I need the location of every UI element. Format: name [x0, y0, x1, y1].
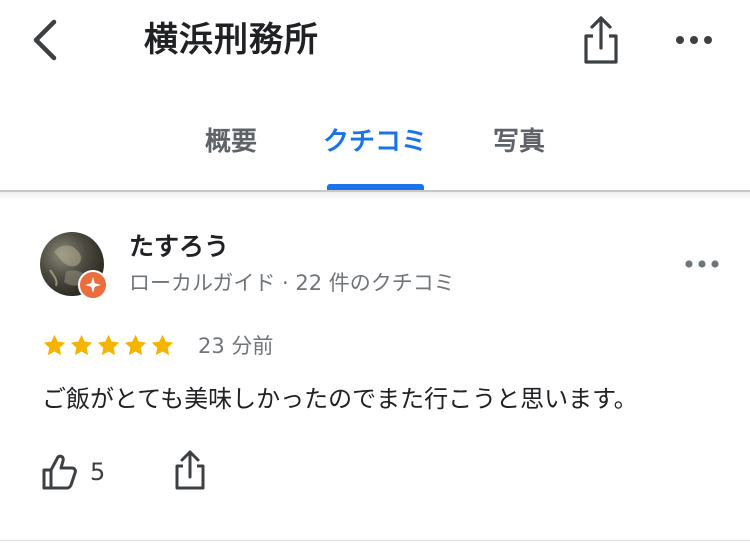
star-rating — [41, 332, 176, 362]
more-options-button[interactable] — [672, 22, 716, 58]
tab-bar: 概要 クチコミ 写真 — [0, 112, 750, 192]
review-share-button[interactable] — [170, 448, 210, 492]
tab-overview[interactable]: 概要 — [205, 124, 257, 160]
star-icon — [43, 334, 66, 356]
page-title: 横浜刑務所 — [144, 20, 319, 60]
top-app-bar: 横浜刑務所 — [0, 0, 750, 90]
more-horizontal-icon — [685, 260, 719, 268]
back-button[interactable] — [24, 14, 68, 66]
more-horizontal-icon — [676, 36, 712, 44]
like-button[interactable]: 5 — [40, 450, 124, 494]
tab-photos[interactable]: 写真 — [493, 124, 545, 160]
review-time: 23 分前 — [198, 334, 274, 358]
review-text: ご飯がとても美味しかったのでまた行こうと思います。 — [42, 385, 638, 413]
star-icon — [70, 334, 93, 356]
tabs-shadow — [0, 192, 750, 200]
like-count: 5 — [90, 458, 106, 486]
review-more-button[interactable] — [682, 248, 722, 280]
star-icon — [124, 334, 147, 356]
chevron-left-icon — [33, 19, 57, 61]
share-button[interactable] — [578, 12, 624, 68]
star-icon — [97, 334, 120, 356]
local-guide-badge-icon — [78, 270, 108, 300]
reviewer-meta: ローカルガイド · 22 件のクチコミ — [129, 271, 455, 295]
place-reviews-screen: 横浜刑務所 概要 クチコミ 写真 たすろう ローカルガイド · 22 件のクチコ… — [0, 0, 750, 551]
tab-reviews[interactable]: クチコミ — [323, 124, 427, 160]
reviewer-name[interactable]: たすろう — [129, 230, 229, 264]
share-icon — [584, 16, 618, 64]
star-icon — [151, 334, 174, 356]
thumbs-up-icon — [42, 454, 77, 490]
share-icon — [175, 450, 205, 490]
bottom-divider — [0, 540, 750, 541]
